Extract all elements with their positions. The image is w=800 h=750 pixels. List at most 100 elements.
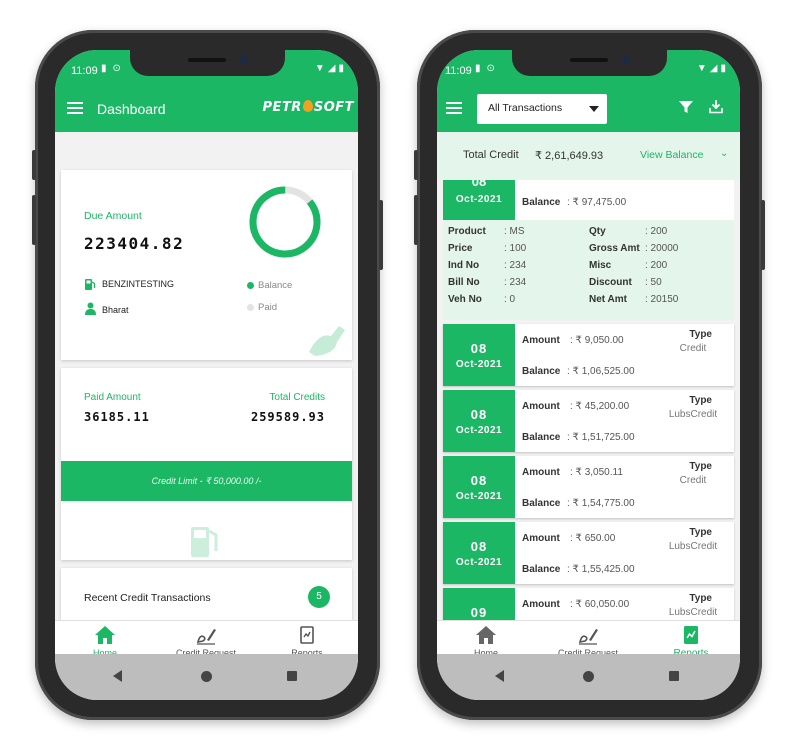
back-icon[interactable] [113,670,122,682]
total-credit-summary: Total Credit ₹ 2,61,649.93 View Balance … [437,132,740,180]
view-balance-link[interactable]: View Balance [640,149,703,161]
total-credit-value: ₹ 2,61,649.93 [535,150,604,162]
transaction-row[interactable]: 08 Oct-2021 Amount : ₹ 9,050.00 Balance … [443,324,734,386]
legend-paid-label: Paid [258,302,278,313]
amount-value: : ₹ 3,050.11 [570,467,623,478]
transaction-day: 09 [470,605,488,620]
chevron-down-icon[interactable]: ⌄ [720,148,728,159]
phone-side-button [379,200,383,270]
phone-dashboard: 11:09 ▮ ⊙ ▼ ◢ ▮ Dashboard PETR SOFT Due Amou… [32,30,383,720]
user-name: Bharat [102,305,129,315]
type-value: Credit [679,475,707,486]
transaction-date-badge: 09 [443,588,515,620]
detail-row: Price: 100 [448,243,586,260]
filter-icon[interactable] [679,100,693,114]
fuel-pump-watermark-icon [191,527,218,557]
recent-transactions-count-badge: 5 [308,586,330,608]
transaction-month: Oct-2021 [455,491,503,502]
transaction-row-expanded[interactable]: 08 Oct-2021 Balance : ₹ 97,475.00 [443,180,734,220]
status-system-icons: ▼ ◢ ▮ [697,63,726,74]
amount-label: Amount [522,401,560,412]
due-amount-value: 223404.82 [84,234,185,253]
recent-apps-icon[interactable] [669,671,679,681]
amount-value: : ₹ 650.00 [570,533,616,544]
status-notification-icons: ▮ ⊙ [475,63,495,74]
reports-icon [684,626,698,644]
detail-value: : 234 [504,260,527,271]
balance-value: : ₹ 1,06,525.00 [567,366,635,377]
balance-label: Balance [522,432,561,443]
app-bar: All Transactions [437,86,740,132]
system-navigation-bar [55,654,358,700]
type-label: Type [689,593,712,604]
amount-label: Amount [522,467,560,478]
balance-label: Balance [522,366,561,377]
transaction-date-badge: 08 Oct-2021 [443,180,515,220]
type-value: Credit [679,343,707,354]
home-circle-icon[interactable] [201,671,212,682]
detail-label: Gross Amt [589,243,640,254]
reports-icon [300,626,314,644]
hamburger-menu-icon[interactable] [446,102,462,114]
dropdown-selected-value: All Transactions [488,102,563,114]
credit-limit-banner: Credit Limit - ₹ 50,000.00 /- [61,461,352,501]
recent-apps-icon[interactable] [287,671,297,681]
back-icon[interactable] [495,670,504,682]
transaction-row[interactable]: 08 Oct-2021 Amount : ₹ 650.00 Balance : … [443,522,734,584]
detail-value: : 200 [645,226,668,237]
total-credits-label: Total Credits [269,392,325,403]
transaction-row[interactable]: 09 Amount : ₹ 60,050.00 Balance Type Lub… [443,588,734,620]
notch [512,50,667,76]
detail-value: : 200 [645,260,668,271]
status-notification-icons: ▮ ⊙ [101,63,121,74]
type-value: LubsCredit [668,541,718,552]
hamburger-menu-icon[interactable] [67,102,83,114]
fuel-pump-icon [85,279,96,290]
sim-icon: ▮ [475,63,481,74]
detail-value: : 20000 [645,243,679,254]
detail-label: Qty [589,226,606,237]
details-right-column: Qty: 200 Gross Amt: 20000 Misc: 200 Discoun… [589,226,734,311]
paid-amount-value: 36185.11 [84,410,150,424]
paid-amount-label: Paid Amount [84,392,141,403]
transaction-date-badge: 08 Oct-2021 [443,456,515,518]
battery-icon: ▮ [720,63,726,74]
customer-name: BENZINTESTING [102,279,175,289]
wifi-icon: ▼ [696,63,707,74]
phone-side-button [414,195,418,245]
transaction-month: Oct-2021 [455,557,503,568]
fuel-nozzle-watermark-icon [309,326,345,356]
page-title: Dashboard [97,101,166,117]
transaction-filter-dropdown[interactable]: All Transactions [477,94,607,124]
notch [130,50,285,76]
balance-label: Balance [522,197,561,208]
legend-paid-dot [247,304,254,311]
legend-balance-dot [247,282,254,289]
detail-label: Discount [589,277,632,288]
download-icon[interactable] [709,99,723,114]
flame-icon [302,100,313,112]
home-circle-icon[interactable] [583,671,594,682]
wifi-icon: ▼ [314,63,325,74]
sync-icon: ⊙ [486,63,495,74]
status-time: 11:09 [71,65,98,77]
transaction-row[interactable]: 08 Oct-2021 Amount : ₹ 45,200.00 Balance… [443,390,734,452]
balance-value: : ₹ 1,55,425.00 [567,564,635,575]
type-label: Type [689,527,712,538]
sim-icon: ▮ [101,63,107,74]
credit-request-icon [578,629,598,645]
home-icon [476,626,496,644]
balance-value: : ₹ 97,475.00 [567,197,627,208]
phone-side-button [32,195,36,245]
transaction-row[interactable]: 08 Oct-2021 Amount : ₹ 3,050.11 Balance … [443,456,734,518]
sync-icon: ⊙ [112,63,121,74]
amount-value: : ₹ 60,050.00 [570,599,630,610]
transaction-list: 08 Oct-2021 Balance : ₹ 97,475.00 Produc… [437,180,740,620]
recent-transactions-card[interactable]: Recent Credit Transactions 5 [61,568,352,628]
transaction-day: 08 [470,473,488,488]
balance-label: Balance [522,498,561,509]
detail-row: Bill No: 234 [448,277,586,294]
transaction-date-badge: 08 Oct-2021 [443,522,515,584]
detail-row: Ind No: 234 [448,260,586,277]
detail-row: Gross Amt : 20000 [589,243,734,260]
